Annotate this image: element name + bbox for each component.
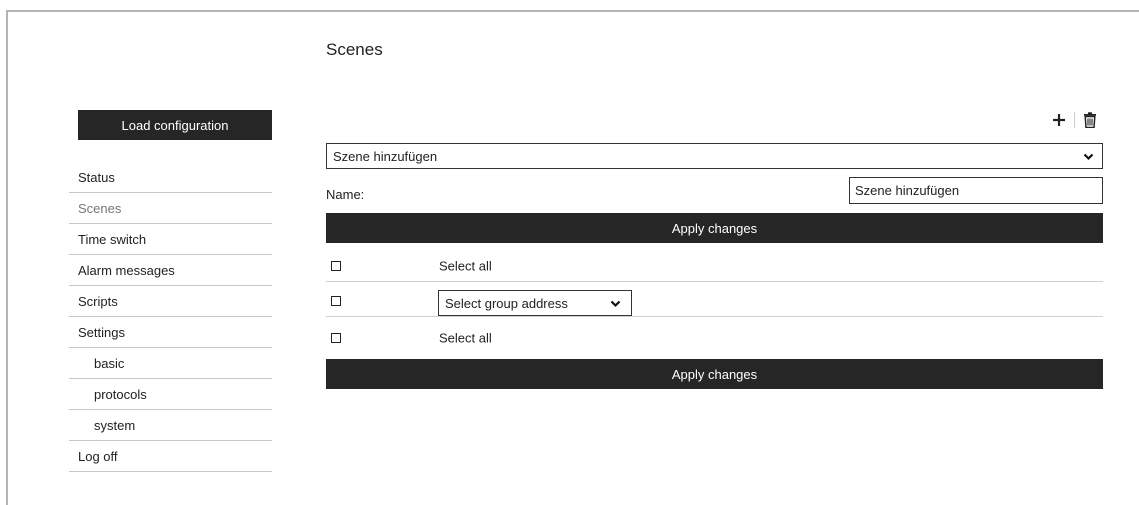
group-address-row: Select group address	[326, 285, 1103, 317]
chevron-down-icon	[1083, 150, 1094, 165]
name-label: Name:	[326, 187, 365, 202]
sidebar-item-status[interactable]: Status	[69, 163, 272, 193]
group-address-select[interactable]: Select group address	[438, 290, 632, 316]
load-configuration-button[interactable]: Load configuration	[78, 110, 272, 140]
select-all-row: Select all	[326, 250, 1103, 282]
group-address-checkbox[interactable]	[331, 295, 341, 306]
sidebar-nav: Status Scenes Time switch Alarm messages…	[69, 163, 272, 473]
group-address-select-value: Select group address	[445, 295, 568, 311]
select-all-label: Select all	[439, 258, 492, 273]
scene-select-value: Szene hinzufügen	[333, 148, 438, 164]
select-all-row: Select all	[326, 322, 1103, 354]
chevron-down-icon	[610, 297, 621, 312]
sidebar-item-system[interactable]: system	[69, 411, 272, 441]
sidebar-item-basic[interactable]: basic	[69, 349, 272, 379]
sidebar-item-log-off[interactable]: Log off	[69, 442, 272, 472]
sidebar-item-scripts[interactable]: Scripts	[69, 287, 272, 317]
apply-changes-button-top[interactable]: Apply changes	[326, 213, 1103, 243]
plus-icon[interactable]	[1050, 111, 1068, 129]
scene-toolbar	[1050, 110, 1099, 130]
toolbar-divider	[1074, 112, 1075, 128]
scene-select[interactable]: Szene hinzufügen	[326, 143, 1103, 169]
scene-name-input[interactable]	[849, 177, 1103, 204]
sidebar-item-scenes[interactable]: Scenes	[69, 194, 272, 224]
select-all-checkbox[interactable]	[331, 260, 341, 271]
sidebar-item-time-switch[interactable]: Time switch	[69, 225, 272, 255]
page-title: Scenes	[326, 40, 383, 59]
sidebar-item-alarm-messages[interactable]: Alarm messages	[69, 256, 272, 286]
select-all-label: Select all	[439, 330, 492, 346]
trash-icon[interactable]	[1081, 111, 1099, 129]
sidebar-item-settings[interactable]: Settings	[69, 318, 272, 348]
apply-changes-button-bottom[interactable]: Apply changes	[326, 359, 1103, 389]
sidebar-item-protocols[interactable]: protocols	[69, 380, 272, 410]
select-all-checkbox[interactable]	[331, 333, 341, 343]
